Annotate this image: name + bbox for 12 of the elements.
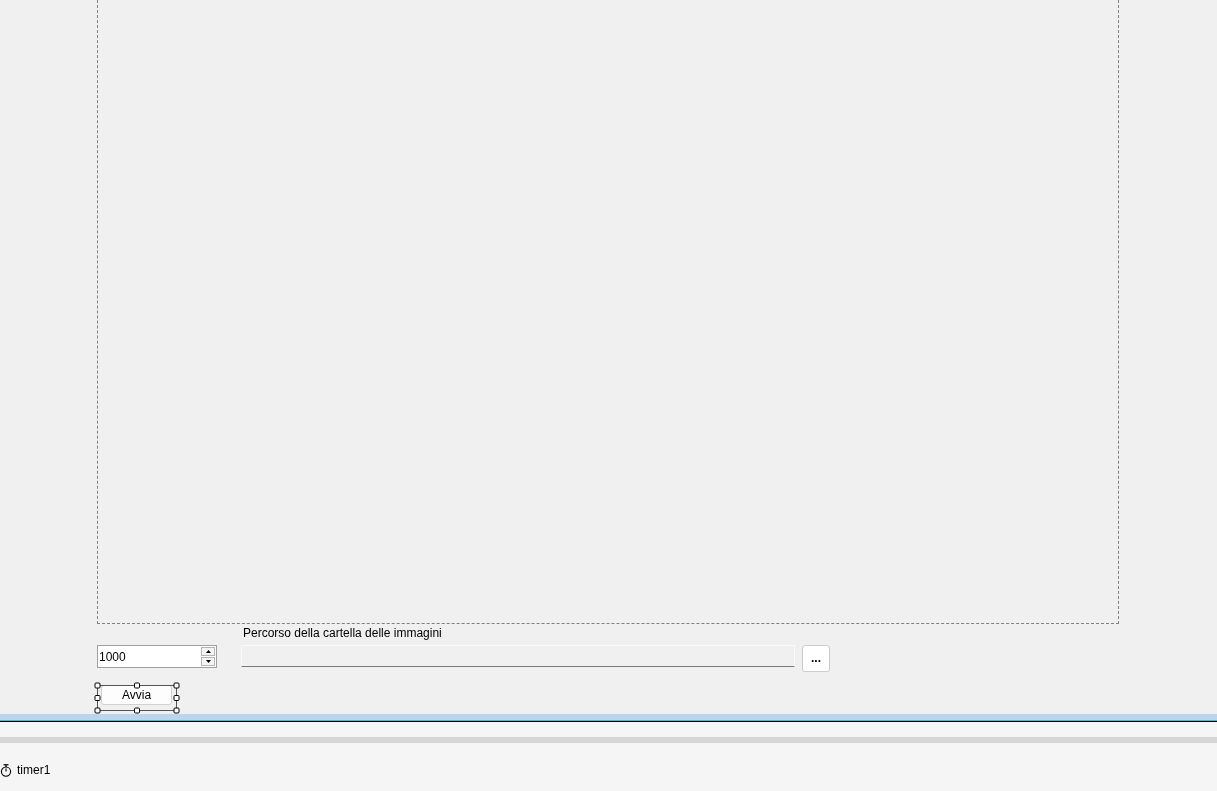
interval-field[interactable]: 1000 xyxy=(97,645,217,668)
tray-component[interactable]: timer1 xyxy=(0,763,51,778)
folder-path-label: Percorso della cartella delle immagini xyxy=(243,626,442,641)
up-arrow-icon xyxy=(205,650,211,653)
splitter-bar[interactable] xyxy=(0,714,1217,722)
stopwatch-icon xyxy=(0,764,12,777)
down-arrow-icon xyxy=(205,660,211,663)
folder-path-field[interactable] xyxy=(241,645,795,667)
spin-down-button[interactable] xyxy=(201,657,215,666)
browse-button[interactable]: ... xyxy=(802,645,830,672)
spin-up-button[interactable] xyxy=(201,647,215,656)
selection-handles[interactable] xyxy=(94,682,180,714)
